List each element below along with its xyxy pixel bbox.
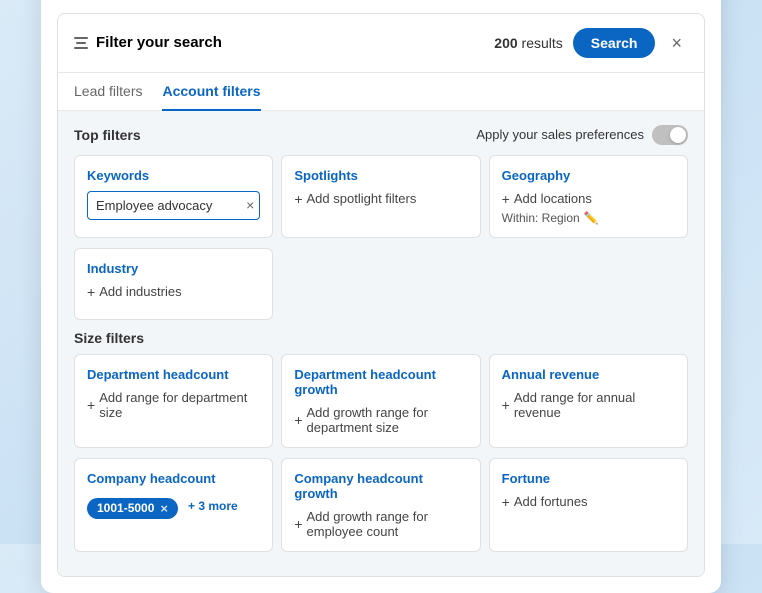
logo-text: Linked — [315, 0, 396, 1]
tab-account-filters[interactable]: Account filters — [162, 73, 260, 111]
size-filters-title: Size filters — [74, 330, 688, 346]
keywords-card-title: Keywords — [87, 168, 260, 183]
close-button[interactable]: × — [665, 32, 688, 54]
geography-add-button[interactable]: Add locations — [502, 191, 675, 207]
fortune-card: Fortune Add fortunes — [489, 458, 688, 552]
filter-panel: Filter your search 200 results Search × … — [57, 13, 705, 577]
company-headcount-title: Company headcount — [87, 471, 260, 486]
company-headcount-growth-card: Company headcount growth Add growth rang… — [281, 458, 480, 552]
tag-remove-button[interactable]: × — [160, 501, 168, 516]
company-headcount-tag: 1001-5000 × — [87, 498, 178, 519]
filter-panel-title: Filter your search — [96, 34, 222, 51]
filter-title-area: Filter your search — [74, 34, 222, 51]
top-filters-section-header: Top filters Apply your sales preferences — [74, 125, 688, 145]
company-headcount-growth-title: Company headcount growth — [294, 471, 467, 501]
keywords-card: Keywords × — [74, 155, 273, 238]
top-filter-cards-row2: Industry Add industries — [74, 248, 688, 320]
dept-headcount-card: Department headcount Add range for depar… — [74, 354, 273, 448]
tab-lead-filters[interactable]: Lead filters — [74, 73, 142, 111]
results-count-label: 200 results — [494, 35, 562, 51]
company-headcount-growth-add[interactable]: Add growth range for employee count — [294, 509, 467, 539]
keywords-input[interactable] — [87, 191, 260, 220]
top-filters-title: Top filters — [74, 127, 141, 143]
spotlights-card-title: Spotlights — [294, 168, 467, 183]
spotlights-add-button[interactable]: Add spotlight filters — [294, 191, 467, 207]
filter-lines-icon — [74, 37, 88, 49]
geography-card-title: Geography — [502, 168, 675, 183]
dept-headcount-growth-title: Department headcount growth — [294, 367, 467, 397]
industry-card-title: Industry — [87, 261, 260, 276]
keywords-input-wrap: × — [87, 191, 260, 220]
fortune-add[interactable]: Add fortunes — [502, 494, 675, 510]
sales-prefs-label: Apply your sales preferences — [476, 127, 644, 142]
geography-sub-label: Within: Region ✏️ — [502, 211, 675, 225]
more-tag-label[interactable]: + 3 more — [188, 499, 238, 513]
industry-add-button[interactable]: Add industries — [87, 284, 260, 300]
filter-body: Top filters Apply your sales preferences… — [58, 111, 704, 576]
fortune-title: Fortune — [502, 471, 675, 486]
filter-header: Filter your search 200 results Search × — [58, 14, 704, 73]
size-filter-cards-row1: Department headcount Add range for depar… — [74, 354, 688, 448]
dept-headcount-title: Department headcount — [87, 367, 260, 382]
top-filter-cards-row1: Keywords × Spotlights Add spotlight filt… — [74, 155, 688, 238]
sales-prefs-toggle-area: Apply your sales preferences — [476, 125, 688, 145]
spotlights-card: Spotlights Add spotlight filters — [281, 155, 480, 238]
company-headcount-card: Company headcount 1001-5000 × + 3 more — [74, 458, 273, 552]
annual-revenue-title: Annual revenue — [502, 367, 675, 382]
results-area: 200 results Search × — [494, 28, 688, 58]
annual-revenue-card: Annual revenue Add range for annual reve… — [489, 354, 688, 448]
dept-headcount-add[interactable]: Add range for department size — [87, 390, 260, 420]
filter-tabs: Lead filters Account filters — [58, 73, 704, 111]
dept-headcount-growth-add[interactable]: Add growth range for department size — [294, 405, 467, 435]
geography-edit-icon[interactable]: ✏️ — [584, 211, 599, 225]
linkedin-logo: Linked in ® — [315, 0, 448, 1]
sales-prefs-toggle[interactable] — [652, 125, 688, 145]
search-button[interactable]: Search — [573, 28, 656, 58]
geography-card: Geography Add locations Within: Region ✏… — [489, 155, 688, 238]
annual-revenue-add[interactable]: Add range for annual revenue — [502, 390, 675, 420]
size-filter-cards-row2: Company headcount 1001-5000 × + 3 more C… — [74, 458, 688, 552]
keywords-clear-button[interactable]: × — [246, 197, 254, 213]
logo-bar: Linked in ® — [41, 0, 721, 13]
dept-headcount-growth-card: Department headcount growth Add growth r… — [281, 354, 480, 448]
industry-card: Industry Add industries — [74, 248, 273, 320]
